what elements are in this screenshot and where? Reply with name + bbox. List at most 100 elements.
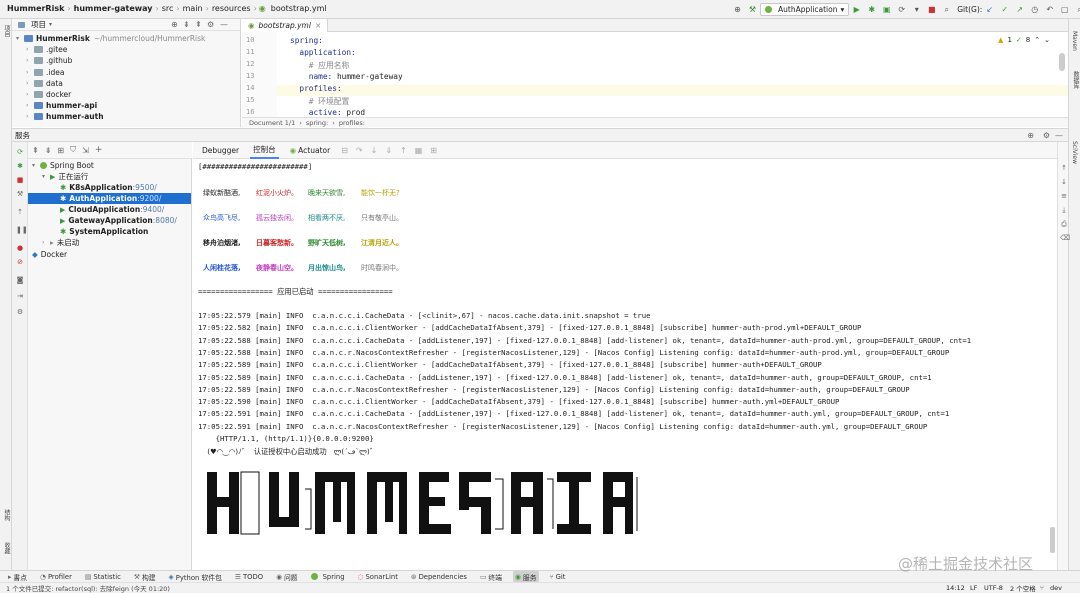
settings-icon[interactable]: ⚙ (1043, 131, 1050, 140)
code-line[interactable]: spring: (290, 36, 323, 45)
step-over-icon[interactable]: ↷ (356, 146, 363, 155)
search-everywhere-icon[interactable]: ⌕ (1074, 4, 1080, 15)
service-cloud-application[interactable]: ▶ CloudApplication :9400/ (60, 204, 164, 215)
tree-spring-boot[interactable]: ▾ Spring Boot (32, 160, 94, 171)
tab-actuator[interactable]: ◉ Actuator (287, 142, 334, 159)
settings-icon[interactable]: ⚙ (16, 308, 24, 316)
settings-icon[interactable]: ⚙ (207, 20, 214, 29)
soft-wrap-icon[interactable]: ≡ (1060, 192, 1068, 200)
breadcrumb-resources[interactable]: resources (209, 4, 254, 13)
sciview-tool-label[interactable]: SciView (1071, 141, 1078, 164)
tree-root[interactable]: ▾ HummerRisk ~/hummercloud/HummerRisk (12, 33, 240, 44)
code-line[interactable]: # 环境配置 (290, 96, 350, 107)
minimize-icon[interactable]: — (1055, 131, 1063, 140)
minimize-icon[interactable]: — (220, 20, 228, 29)
service-port-link[interactable]: :9400/ (140, 205, 164, 214)
tool-terminal[interactable]: ▭ 终端 (478, 571, 504, 582)
tree-item[interactable]: › .github (12, 55, 240, 66)
status-indent[interactable]: 2 个空格 (1010, 583, 1036, 593)
breadcrumb-src[interactable]: src (159, 4, 177, 13)
add-icon[interactable]: ⊕ (1027, 131, 1034, 140)
clear-icon[interactable]: ⌫ (1060, 234, 1070, 242)
add-config-icon[interactable]: ⊕ (732, 4, 743, 15)
run-icon[interactable]: ▶ (851, 4, 862, 15)
chevron-up-icon[interactable]: ⌃ (1034, 36, 1040, 44)
tool-bookmarks[interactable]: ▸ 書点 (6, 571, 29, 582)
tab-console[interactable]: 控制台 (250, 142, 279, 159)
service-port-link[interactable]: :9200/ (137, 194, 161, 203)
evaluate-icon[interactable]: ⊞ (430, 146, 437, 155)
tool-statistic[interactable]: ▤ Statistic (83, 571, 123, 582)
close-icon[interactable]: × (315, 21, 321, 30)
git-commit-icon[interactable]: ✓ (999, 4, 1010, 15)
tool-profiler[interactable]: ◔ Profiler (38, 571, 74, 582)
force-step-into-icon[interactable]: ⇓ (385, 146, 392, 155)
database-tool-label[interactable]: 数据库 (1071, 71, 1080, 89)
step-into-icon[interactable]: ↓ (371, 146, 378, 155)
git-update-icon[interactable]: ↙ (984, 4, 995, 15)
mute-breakpoints-icon[interactable]: ⊘ (16, 258, 24, 266)
status-line-separator[interactable]: LF (970, 584, 977, 592)
rollback-icon[interactable]: ↶ (1044, 4, 1055, 15)
tree-item[interactable]: › data (12, 78, 240, 89)
code-line[interactable]: application: (290, 48, 355, 57)
tree-item[interactable]: › .idea (12, 67, 240, 78)
tree-item[interactable]: › hummer-api (12, 100, 240, 111)
yaml-path-spring[interactable]: spring: (306, 119, 328, 127)
run-configuration-select[interactable]: AuthApplication ▾ (760, 3, 850, 16)
search-icon[interactable]: ⌕ (941, 4, 952, 15)
locate-icon[interactable]: ⊕ (171, 20, 178, 29)
tree-item[interactable]: › docker (12, 89, 240, 100)
code-line[interactable]: name: hummer-gateway (290, 72, 403, 81)
service-gateway-application[interactable]: ▶ GatewayApplication :8080/ (60, 215, 177, 226)
down-arrow-icon[interactable]: ↓ (1060, 178, 1068, 186)
coverage-icon[interactable]: ▣ (881, 4, 892, 15)
tree-running[interactable]: ▾ ▶ 正在运行 (42, 171, 88, 182)
editor-scrollbar[interactable] (1059, 53, 1065, 71)
more-run-icon[interactable]: ▾ (911, 4, 922, 15)
pause-icon[interactable]: ❚❚ (16, 226, 28, 234)
tool-sonarlint[interactable]: ◌ SonarLint (356, 571, 400, 582)
group-icon[interactable]: ⊞ (57, 146, 64, 155)
service-port-link[interactable]: :9500/ (133, 183, 157, 192)
maven-tool-label[interactable]: Maven (1071, 31, 1078, 51)
build-icon[interactable]: ⚒ (16, 190, 24, 198)
project-panel-title[interactable]: 项目 (31, 19, 46, 30)
new-tab-icon[interactable]: ⇲ (82, 146, 89, 155)
expand-all-icon[interactable]: ⇞ (195, 20, 202, 29)
status-branch[interactable]: dev (1050, 584, 1062, 592)
structure-tool-label[interactable]: 结构 (2, 509, 11, 521)
tab-bootstrap-yml[interactable]: ◉ bootstrap.yml × (242, 18, 329, 32)
tool-build[interactable]: ⚒ 构建 (132, 571, 158, 582)
service-k8s-application[interactable]: ✱ K8sApplication :9500/ (60, 182, 157, 193)
chevron-down-icon[interactable]: ▾ (49, 21, 52, 28)
console-output[interactable]: [########################] 绿蚁新醅酒, 红泥小火炉。… (193, 159, 1057, 570)
code-line[interactable]: profiles: (290, 84, 341, 93)
service-port-link[interactable]: :8080/ (153, 216, 177, 225)
service-auth-application[interactable]: ✱ AuthApplication :9200/ (28, 193, 191, 204)
breadcrumb-module[interactable]: hummer-gateway (71, 4, 156, 13)
git-push-icon[interactable]: ↗ (1014, 4, 1025, 15)
tool-todo[interactable]: ☰ TODO (233, 571, 265, 582)
project-tool-label[interactable]: 项目 (2, 25, 11, 37)
up-arrow-icon[interactable]: ↑ (1060, 164, 1068, 172)
breadcrumb-project[interactable]: HummerRisk (4, 4, 67, 13)
collapse-all-icon[interactable]: ⇟ (183, 20, 190, 29)
add-service-icon[interactable]: + (95, 145, 103, 155)
code-line[interactable]: active: prod (290, 108, 365, 117)
tree-item[interactable]: › hummer-auth (12, 111, 240, 122)
print-icon[interactable]: ⎙ (1060, 220, 1068, 229)
profile-icon[interactable]: ⟳ (896, 4, 907, 15)
camera-icon[interactable]: ◙ (16, 276, 24, 284)
stop-icon[interactable]: ■ (926, 4, 937, 15)
expand-all-icon[interactable]: ⇞ (32, 146, 39, 155)
tree-docker[interactable]: ◆ Docker (32, 249, 67, 260)
status-encoding[interactable]: UTF-8 (984, 584, 1003, 592)
chevron-down-icon[interactable]: ⌄ (1044, 36, 1050, 44)
tool-spring[interactable]: Spring (309, 571, 347, 582)
table-view-icon[interactable]: ▦ (415, 146, 423, 155)
service-system-application[interactable]: ✱ SystemApplication (60, 226, 148, 237)
tool-services[interactable]: ◉ 服务 (512, 571, 539, 582)
yaml-path-profiles[interactable]: profiles: (339, 119, 365, 127)
tree-item[interactable]: › .gitee (12, 44, 240, 55)
